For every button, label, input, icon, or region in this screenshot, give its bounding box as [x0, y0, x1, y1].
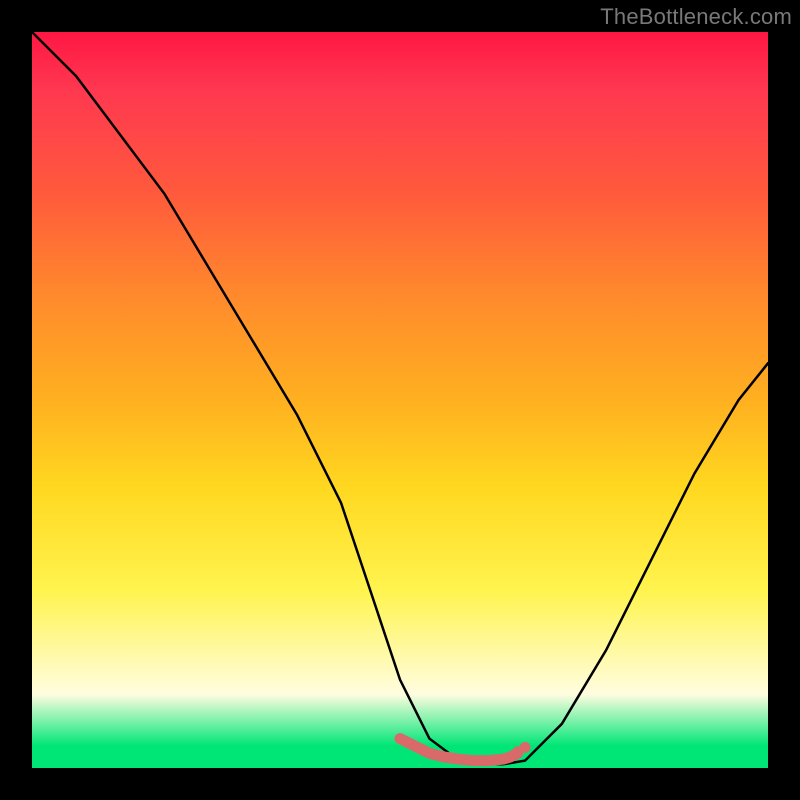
- minimum-marker-dot: [520, 742, 531, 753]
- chart-area: [32, 32, 768, 768]
- chart-svg: [32, 32, 768, 768]
- watermark-text: TheBottleneck.com: [600, 4, 792, 30]
- minimum-marker-group: [400, 739, 531, 761]
- minimum-marker-path: [400, 739, 518, 761]
- bottleneck-curve-path: [32, 32, 768, 764]
